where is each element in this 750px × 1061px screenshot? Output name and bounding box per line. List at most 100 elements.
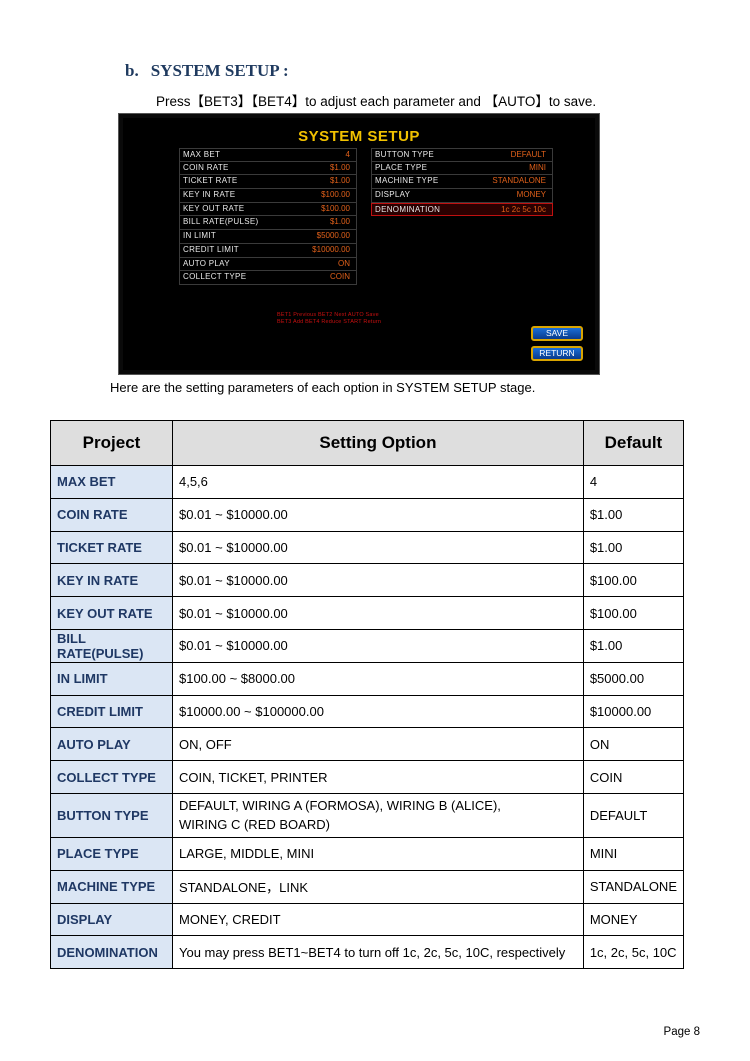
parameters-table: Project Setting Option Default MAX BET 4,… (50, 420, 685, 970)
control-hints: BET1 Previous BET2 Next AUTO Save BET3 A… (277, 312, 381, 326)
setting-value: STANDALONE (492, 176, 546, 186)
table-row: TICKET RATE $0.01 ~ $10000.00 $1.00 (50, 530, 685, 565)
project-cell: COIN RATE (50, 497, 173, 532)
setting-label: COIN RATE (183, 162, 229, 172)
table-row: IN LIMIT $100.00 ~ $8000.00 $5000.00 (50, 661, 685, 696)
project-cell: IN LIMIT (50, 661, 173, 696)
header-project: Project (50, 420, 173, 466)
project-cell: PLACE TYPE (50, 836, 173, 871)
setting-option-cell: $0.01 ~ $10000.00 (171, 497, 584, 532)
setting-label: KEY IN RATE (183, 190, 236, 200)
setting-option-cell: $10000.00 ~ $100000.00 (171, 694, 584, 729)
setting-label: DISPLAY (375, 190, 411, 200)
default-cell: ON (582, 727, 685, 762)
hint-line: BET1 Previous BET2 Next AUTO Save (277, 312, 379, 318)
setting-label: CREDIT LIMIT (183, 244, 239, 254)
setting-row[interactable]: COLLECT TYPE COIN (179, 271, 357, 285)
setting-value: 4 (345, 150, 350, 159)
screen-title: SYSTEM SETUP (298, 128, 420, 145)
setting-option-cell: MONEY, CREDIT (171, 902, 584, 937)
setting-option-cell: $100.00 ~ $8000.00 (171, 661, 584, 696)
setting-value: $100.00 (321, 190, 350, 200)
project-cell: DENOMINATION (50, 935, 173, 970)
table-header-row: Project Setting Option Default (50, 420, 685, 466)
project-cell: CREDIT LIMIT (50, 694, 173, 729)
project-cell: DISPLAY (50, 902, 173, 937)
setting-option-cell: 4,5,6 (171, 465, 584, 499)
setting-value: $1.00 (329, 162, 350, 172)
table-row: MACHINE TYPE STANDALONE，LINK STANDALONE (50, 869, 685, 904)
table-row: COLLECT TYPE COIN, TICKET, PRINTER COIN (50, 760, 685, 794)
project-cell: KEY IN RATE (50, 563, 173, 598)
table-row: AUTO PLAY ON, OFF ON (50, 727, 685, 762)
settings-left-column: MAX BET 4 COIN RATE $1.00 TICKET RATE $1.00 KE… (179, 148, 357, 285)
setting-option-cell: STANDALONE，LINK (171, 869, 584, 904)
save-button[interactable]: SAVE (531, 326, 583, 341)
table-row: KEY OUT RATE $0.01 ~ $10000.00 $100.00 (50, 596, 685, 630)
setting-row[interactable]: KEY OUT RATE $100.00 (179, 202, 357, 217)
project-cell: MAX BET (50, 465, 173, 499)
setting-option-cell: $0.01 ~ $10000.00 (171, 563, 584, 598)
setting-row[interactable]: MACHINE TYPE STANDALONE (371, 175, 553, 190)
table-row: BUTTON TYPE DEFAULT, WIRING A (FORMOSA), … (50, 792, 685, 838)
project-cell: TICKET RATE (50, 530, 173, 565)
default-cell: MONEY (582, 902, 685, 937)
default-cell: DEFAULT (582, 792, 685, 838)
setting-row[interactable]: DENOMINATION 1c 2c 5c 10c (371, 202, 553, 217)
setting-label: BUTTON TYPE (375, 150, 435, 159)
setting-row[interactable]: TICKET RATE $1.00 (179, 175, 357, 190)
setting-label: COLLECT TYPE (183, 272, 247, 282)
setting-value: $10000.00 (312, 244, 350, 254)
default-cell: MINI (582, 836, 685, 871)
setting-option-cell: You may press BET1~BET4 to turn off 1c, … (171, 935, 584, 970)
setting-row[interactable]: COIN RATE $1.00 (179, 161, 357, 176)
table-row: PLACE TYPE LARGE, MIDDLE, MINI MINI (50, 836, 685, 871)
setting-row[interactable]: AUTO PLAY ON (179, 257, 357, 272)
setting-row[interactable]: IN LIMIT $5000.00 (179, 230, 357, 244)
setting-row[interactable]: PLACE TYPE MINI (371, 161, 553, 176)
setting-option-cell: ON, OFF (171, 727, 584, 762)
setting-label: BILL RATE(PULSE) (183, 217, 259, 227)
setting-row[interactable]: BILL RATE(PULSE) $1.00 (179, 216, 357, 231)
setting-option-cell: DEFAULT, WIRING A (FORMOSA), WIRING B (A… (171, 792, 584, 838)
default-cell: $1.00 (582, 628, 685, 663)
setting-value: $5000.00 (316, 231, 350, 241)
project-cell: KEY OUT RATE (50, 596, 173, 630)
default-cell: 1c, 2c, 5c, 10C (582, 935, 685, 970)
system-setup-screenshot: SYSTEM SETUP MAX BET 4 COIN RATE $1.00 TICKE… (118, 113, 600, 375)
table-row: MAX BET 4,5,6 4 (50, 465, 685, 499)
default-cell: $1.00 (582, 497, 685, 532)
table-row: COIN RATE $0.01 ~ $10000.00 $1.00 (50, 497, 685, 532)
setting-value: ON (338, 258, 350, 268)
intro-text: Press【BET3】【BET4】to adjust each paramete… (156, 94, 597, 109)
return-button[interactable]: RETURN (531, 346, 583, 361)
default-cell: $10000.00 (582, 694, 685, 729)
default-cell: COIN (582, 760, 685, 794)
setting-label: AUTO PLAY (183, 258, 230, 268)
default-cell: $100.00 (582, 596, 685, 630)
default-cell: 4 (582, 465, 685, 499)
default-cell: $5000.00 (582, 661, 685, 696)
setting-value: MONEY (516, 190, 546, 200)
project-cell: BUTTON TYPE (50, 792, 173, 838)
setting-row[interactable]: CREDIT LIMIT $10000.00 (179, 243, 357, 258)
section-index: b. (125, 61, 139, 80)
setting-option-cell: $0.01 ~ $10000.00 (171, 628, 584, 663)
default-cell: STANDALONE (582, 869, 685, 904)
table-row: KEY IN RATE $0.01 ~ $10000.00 $100.00 (50, 563, 685, 598)
project-cell: AUTO PLAY (50, 727, 173, 762)
setting-value: 1c 2c 5c 10c (501, 204, 546, 214)
setting-value: $1.00 (329, 176, 350, 186)
setting-row[interactable]: BUTTON TYPE DEFAULT (371, 148, 553, 162)
setting-row[interactable]: KEY IN RATE $100.00 (179, 189, 357, 203)
header-default: Default (582, 420, 685, 466)
setting-value: $100.00 (321, 203, 350, 213)
setting-label: DENOMINATION (375, 204, 441, 214)
section-heading: b. SYSTEM SETUP : (125, 61, 289, 81)
setting-row[interactable]: MAX BET 4 (179, 148, 357, 162)
setting-value: $1.00 (329, 217, 350, 227)
caption-text: Here are the setting parameters of each … (110, 380, 536, 395)
setting-row[interactable]: DISPLAY MONEY (371, 189, 553, 203)
project-cell: COLLECT TYPE (50, 760, 173, 794)
table-row: CREDIT LIMIT $10000.00 ~ $100000.00 $10000… (50, 694, 685, 729)
